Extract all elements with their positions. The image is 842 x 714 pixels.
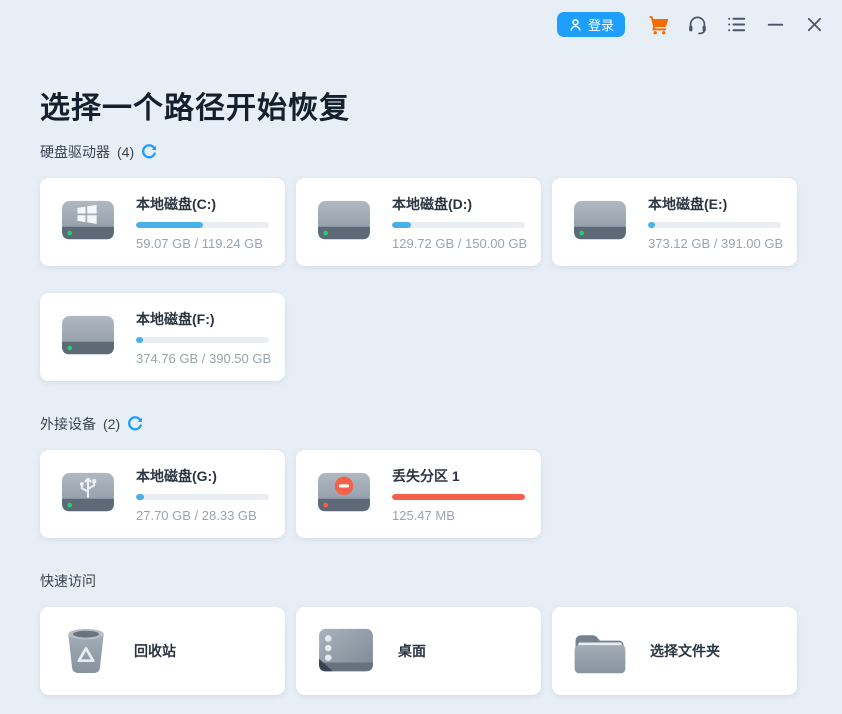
close-icon xyxy=(803,13,826,36)
hdd-icon xyxy=(569,197,631,247)
usage-bar-fill xyxy=(648,222,655,228)
drive-card-d[interactable]: 本地磁盘(D:) 129.72 GB / 150.00 GB xyxy=(296,178,541,266)
usage-bar xyxy=(392,494,525,500)
drive-usage: 125.47 MB xyxy=(392,508,525,523)
minimize-icon xyxy=(764,13,787,36)
quick-access-grid: 回收站 桌面 选择文件夹 xyxy=(40,607,797,695)
drive-name: 本地磁盘(G:) xyxy=(136,466,269,486)
login-button[interactable]: 登录 xyxy=(557,12,625,37)
drive-name: 本地磁盘(C:) xyxy=(136,194,269,214)
usage-bar xyxy=(136,222,269,228)
drive-info: 本地磁盘(E:) 373.12 GB / 391.00 GB xyxy=(648,194,781,251)
refresh-drives-button[interactable] xyxy=(141,144,157,160)
hdd-icon xyxy=(313,197,375,247)
lost-partition-card[interactable]: 丢失分区 1 125.47 MB xyxy=(296,450,541,538)
drive-usage: 374.76 GB / 390.50 GB xyxy=(136,351,269,366)
usage-bar xyxy=(392,222,525,228)
section-header-drives: 硬盘驱动器 (4) xyxy=(40,142,797,162)
section-count: (2) xyxy=(103,416,120,432)
recycle-bin-card[interactable]: 回收站 xyxy=(40,607,285,695)
usage-bar xyxy=(136,337,269,343)
section-label: 硬盘驱动器 xyxy=(40,142,110,162)
section-header-external: 外接设备 (2) xyxy=(40,414,797,434)
external-grid: 本地磁盘(G:) 27.70 GB / 28.33 GB 丢失分区 1 125.… xyxy=(40,450,797,538)
titlebar: 登录 xyxy=(0,0,842,48)
usage-bar xyxy=(136,494,269,500)
section-count: (4) xyxy=(117,144,134,160)
hdd-windows-icon xyxy=(57,197,119,247)
drive-usage: 373.12 GB / 391.00 GB xyxy=(648,236,781,251)
refresh-icon xyxy=(127,416,143,432)
drive-usage: 59.07 GB / 119.24 GB xyxy=(136,236,269,251)
drive-name: 本地磁盘(E:) xyxy=(648,194,781,214)
usage-bar xyxy=(648,222,781,228)
drive-usage: 129.72 GB / 150.00 GB xyxy=(392,236,525,251)
cart-icon xyxy=(647,13,670,36)
drive-usage: 27.70 GB / 28.33 GB xyxy=(136,508,269,523)
quick-access-label: 选择文件夹 xyxy=(650,641,720,661)
main-content: 选择一个路径开始恢复 硬盘驱动器 (4) 本地磁盘(C:) xyxy=(0,88,842,695)
section-header-quick-access: 快速访问 xyxy=(40,571,797,591)
menu-button[interactable] xyxy=(724,12,748,36)
store-button[interactable] xyxy=(646,12,670,36)
user-icon xyxy=(568,17,583,32)
section-label: 外接设备 xyxy=(40,414,96,434)
usage-bar-fill xyxy=(136,337,143,343)
desktop-icon xyxy=(315,626,377,676)
drive-card-f[interactable]: 本地磁盘(F:) 374.76 GB / 390.50 GB xyxy=(40,293,285,381)
drive-card-g[interactable]: 本地磁盘(G:) 27.70 GB / 28.33 GB xyxy=(40,450,285,538)
drive-card-c[interactable]: 本地磁盘(C:) 59.07 GB / 119.24 GB xyxy=(40,178,285,266)
hdd-lost-partition-icon xyxy=(313,469,375,519)
drive-name: 丢失分区 1 xyxy=(392,466,525,486)
menu-list-icon xyxy=(725,13,748,36)
folder-icon xyxy=(571,627,629,676)
close-button[interactable] xyxy=(802,12,826,36)
usage-bar-fill xyxy=(392,494,525,500)
support-button[interactable] xyxy=(685,12,709,36)
usage-bar-fill xyxy=(392,222,411,228)
drive-name: 本地磁盘(D:) xyxy=(392,194,525,214)
drive-card-e[interactable]: 本地磁盘(E:) 373.12 GB / 391.00 GB xyxy=(552,178,797,266)
drive-info: 丢失分区 1 125.47 MB xyxy=(392,466,525,523)
quick-access-label: 桌面 xyxy=(398,641,426,661)
drive-info: 本地磁盘(D:) 129.72 GB / 150.00 GB xyxy=(392,194,525,251)
hdd-usb-icon xyxy=(57,469,119,519)
page-title: 选择一个路径开始恢复 xyxy=(40,88,797,130)
login-label: 登录 xyxy=(588,15,614,34)
usage-bar-fill xyxy=(136,494,144,500)
choose-folder-card[interactable]: 选择文件夹 xyxy=(552,607,797,695)
drive-info: 本地磁盘(G:) 27.70 GB / 28.33 GB xyxy=(136,466,269,523)
section-label: 快速访问 xyxy=(40,571,96,591)
desktop-card[interactable]: 桌面 xyxy=(296,607,541,695)
drives-grid: 本地磁盘(C:) 59.07 GB / 119.24 GB 本地磁盘(D:) 1… xyxy=(40,178,797,381)
quick-access-label: 回收站 xyxy=(134,641,176,661)
usage-bar-fill xyxy=(136,222,203,228)
drive-name: 本地磁盘(F:) xyxy=(136,309,269,329)
headset-icon xyxy=(686,13,709,36)
refresh-icon xyxy=(141,144,157,160)
drive-info: 本地磁盘(F:) 374.76 GB / 390.50 GB xyxy=(136,309,269,366)
refresh-external-button[interactable] xyxy=(127,416,143,432)
minimize-button[interactable] xyxy=(763,12,787,36)
hdd-icon xyxy=(57,312,119,362)
drive-info: 本地磁盘(C:) 59.07 GB / 119.24 GB xyxy=(136,194,269,251)
recycle-bin-icon xyxy=(59,624,113,678)
